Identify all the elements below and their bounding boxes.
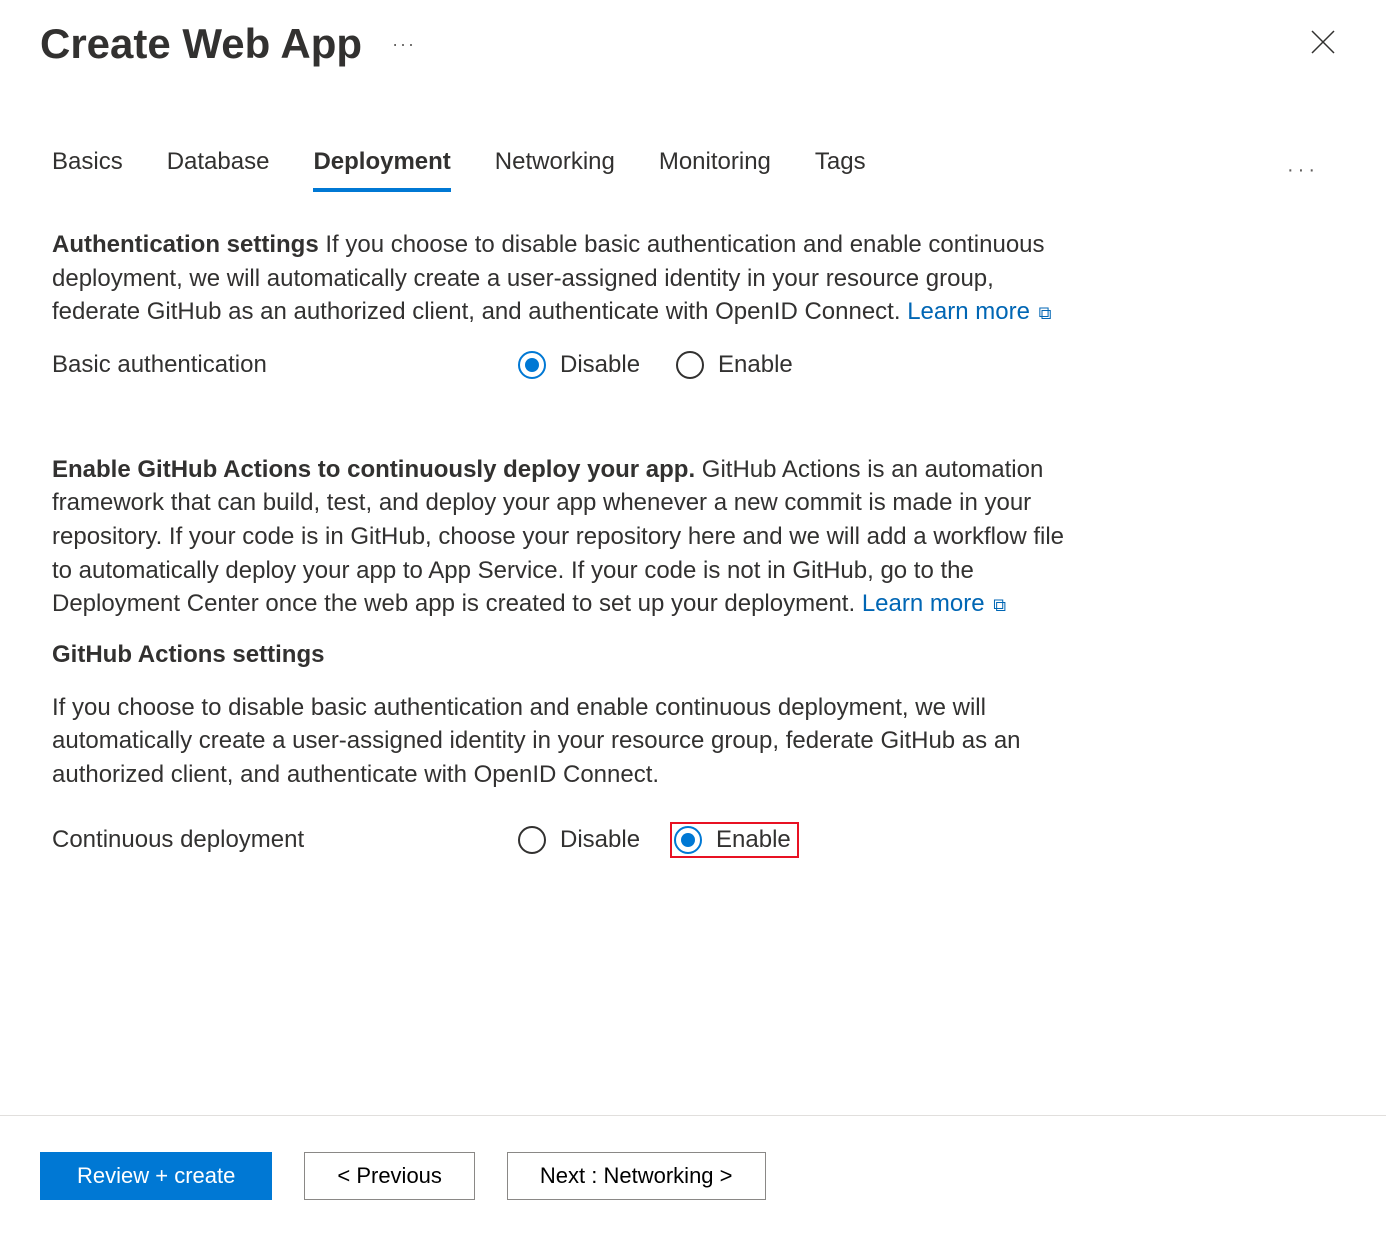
- github-settings-description: If you choose to disable basic authentic…: [52, 691, 1068, 792]
- basic-auth-field: Basic authentication Disable Enable: [52, 347, 1068, 383]
- github-settings-heading: GitHub Actions settings: [52, 641, 1068, 669]
- radio-icon: [518, 826, 546, 854]
- close-icon: [1310, 29, 1336, 55]
- tab-networking[interactable]: Networking: [495, 148, 615, 192]
- auth-heading-inline: Authentication settings: [52, 231, 319, 258]
- more-icon[interactable]: ···: [392, 34, 416, 55]
- external-link-icon: ⧉: [993, 593, 1006, 618]
- continuous-deployment-enable-radio[interactable]: Enable: [670, 822, 799, 858]
- tab-basics[interactable]: Basics: [52, 148, 123, 192]
- continuous-deployment-field: Continuous deployment Disable Enable: [52, 822, 1068, 858]
- github-learn-more-link[interactable]: Learn more ⧉: [862, 590, 1006, 617]
- continuous-deployment-disable-radio[interactable]: Disable: [512, 822, 646, 858]
- radio-icon: [674, 826, 702, 854]
- tab-tags[interactable]: Tags: [815, 148, 866, 192]
- tab-database[interactable]: Database: [167, 148, 270, 192]
- tabs-nav: Basics Database Deployment Networking Mo…: [0, 148, 1386, 192]
- content-area: Authentication settings If you choose to…: [0, 192, 1120, 858]
- basic-auth-label: Basic authentication: [52, 351, 512, 379]
- auth-learn-more-link[interactable]: Learn more ⧉: [907, 298, 1051, 325]
- tab-monitoring[interactable]: Monitoring: [659, 148, 771, 192]
- continuous-deployment-radio-group: Disable Enable: [512, 822, 799, 858]
- external-link-icon: ⧉: [1039, 301, 1052, 326]
- auth-description: Authentication settings If you choose to…: [52, 228, 1068, 329]
- github-description: Enable GitHub Actions to continuously de…: [52, 453, 1068, 621]
- github-heading-inline: Enable GitHub Actions to continuously de…: [52, 456, 695, 483]
- next-button[interactable]: Next : Networking >: [507, 1152, 766, 1200]
- radio-icon: [676, 351, 704, 379]
- basic-auth-enable-radio[interactable]: Enable: [670, 347, 799, 383]
- page-header: Create Web App ···: [0, 0, 1386, 68]
- basic-auth-disable-radio[interactable]: Disable: [512, 347, 646, 383]
- radio-icon: [518, 351, 546, 379]
- basic-auth-radio-group: Disable Enable: [512, 347, 799, 383]
- tabs-overflow-icon[interactable]: ···: [1287, 159, 1319, 182]
- tab-deployment[interactable]: Deployment: [313, 148, 450, 192]
- close-button[interactable]: [1310, 29, 1336, 60]
- previous-button[interactable]: < Previous: [304, 1152, 475, 1200]
- footer-actions: Review + create < Previous Next : Networ…: [0, 1115, 1386, 1236]
- review-create-button[interactable]: Review + create: [40, 1152, 272, 1200]
- page-title: Create Web App: [40, 20, 362, 68]
- continuous-deployment-label: Continuous deployment: [52, 826, 512, 854]
